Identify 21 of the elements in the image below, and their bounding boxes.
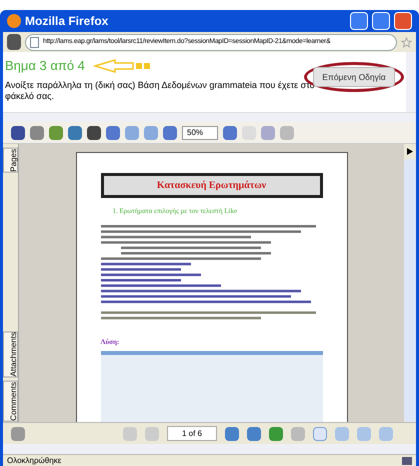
minimize-button[interactable] — [350, 12, 368, 30]
side-tab[interactable]: Pages — [3, 148, 18, 173]
side-tab[interactable]: Attachments — [3, 330, 18, 378]
document-title: Κατασκευή Ερωτημάτων — [100, 173, 322, 198]
vertical-scrollbar[interactable] — [404, 159, 416, 422]
maximize-button[interactable] — [372, 12, 390, 30]
vertical-scrollbar[interactable] — [406, 52, 416, 112]
page-number-field[interactable]: 1 of 6 — [167, 426, 217, 441]
arrow-icon — [92, 58, 153, 73]
close-button[interactable] — [394, 12, 412, 30]
horizontal-scrollbar[interactable] — [3, 444, 416, 454]
zoom-field[interactable]: 50% — [182, 126, 218, 140]
star-icon[interactable] — [401, 36, 412, 48]
next-instruction-button[interactable]: Επόμενη Οδηγία — [313, 66, 395, 88]
browser-logo-icon — [7, 14, 21, 28]
menu-arrow-icon[interactable] — [407, 148, 413, 155]
step-heading: Βημα 3 από 4 — [5, 57, 85, 75]
side-tab[interactable]: Comments — [3, 381, 18, 422]
horizontal-scrollbar[interactable] — [3, 112, 416, 122]
window-title: Mozilla Firefox — [25, 13, 110, 30]
status-text: Ολοκληρώθηκε — [7, 456, 62, 464]
